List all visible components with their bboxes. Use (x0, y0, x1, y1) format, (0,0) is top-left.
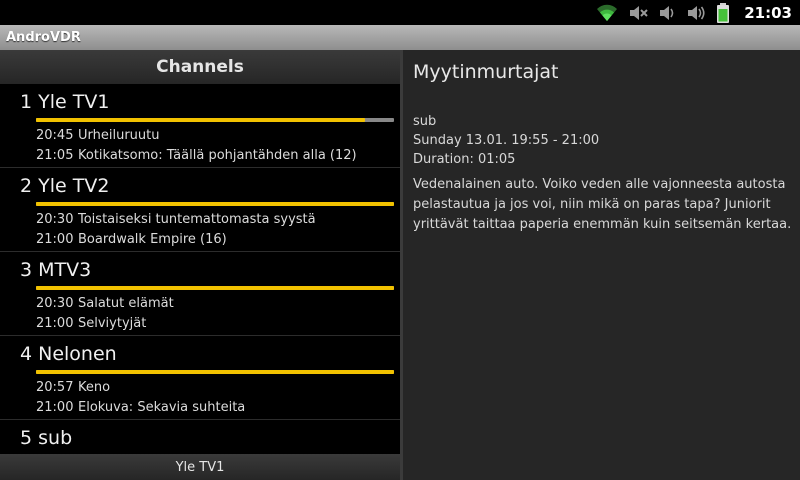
program-progress-bar (36, 118, 394, 122)
channel-name: 4 Nelonen (20, 343, 117, 365)
current-program: 20:45 Urheiluruutu (20, 126, 394, 146)
detail-description: Vedenalainen auto. Voiko veden alle vajo… (413, 177, 792, 232)
selected-channel-footer: Yle TV1 (0, 454, 400, 480)
detail-title: Myytinmurtajat (413, 61, 559, 83)
program-title: Selviytyjät (78, 316, 147, 331)
program-time: 20:45 (36, 128, 74, 143)
status-bar: 21:03 (0, 0, 800, 25)
next-program: 21:00 Selviytyjät (20, 314, 394, 334)
channel-name: 5 sub (20, 427, 73, 449)
current-program: 20:57 Keno (20, 378, 394, 398)
channel-row-nelonen[interactable]: 4 Nelonen 20:57 Keno 21:00 Elokuva: Sekavi… (0, 336, 400, 420)
program-detail-panel: Myytinmurtajat sub Sunday 13.01. 19:55 -… (403, 50, 800, 480)
program-title: Keno (78, 380, 111, 395)
program-time: 20:30 (36, 296, 74, 311)
current-program: 20:30 Toistaiseksi tuntemattomasta syystä (20, 210, 394, 230)
program-title: Urheiluruutu (78, 128, 160, 143)
status-clock: 21:03 (744, 3, 792, 22)
program-title: Elokuva: Sekavia suhteita (78, 400, 246, 415)
channel-name: 1 Yle TV1 (20, 91, 110, 113)
program-time: 21:00 (36, 232, 74, 247)
progress-fill (36, 370, 394, 374)
program-title: Boardwalk Empire (16) (78, 232, 227, 247)
channel-name: 3 MTV3 (20, 259, 92, 281)
next-program: 21:00 Boardwalk Empire (16) (20, 230, 394, 250)
wifi-icon (596, 4, 618, 22)
detail-channel: sub (413, 114, 437, 129)
title-bar: AndroVDR (0, 25, 800, 50)
channel-row-sub[interactable]: 5 sub (0, 420, 400, 454)
progress-fill (36, 202, 394, 206)
program-progress-bar (36, 286, 394, 290)
channel-row-yle-tv2[interactable]: 2 Yle TV2 20:30 Toistaiseksi tuntemattoma… (0, 168, 400, 252)
program-time: 21:05 (36, 148, 74, 163)
channel-list[interactable]: 1 Yle TV1 20:45 Urheiluruutu 21:05 Kotikat… (0, 84, 400, 454)
battery-icon (716, 2, 730, 23)
volume-muted-icon (628, 4, 648, 22)
next-program: 21:05 Kotikatsomo: Täällä pohjantähden al… (20, 146, 394, 166)
volume-icon (658, 4, 676, 22)
vibrate-icon (686, 4, 706, 22)
progress-fill (36, 118, 366, 122)
current-program: 20:30 Salatut elämät (20, 294, 394, 314)
program-title: Toistaiseksi tuntemattomasta syystä (78, 212, 316, 227)
program-time: 21:00 (36, 316, 74, 331)
channel-row-yle-tv1[interactable]: 1 Yle TV1 20:45 Urheiluruutu 21:05 Kotikat… (0, 84, 400, 168)
progress-fill (36, 286, 394, 290)
channel-row-mtv3[interactable]: 3 MTV3 20:30 Salatut elämät 21:00 Selviyty… (0, 252, 400, 336)
program-time: 20:57 (36, 380, 74, 395)
channel-name: 2 Yle TV2 (20, 175, 110, 197)
app-title: AndroVDR (6, 30, 81, 45)
program-progress-bar (36, 202, 394, 206)
program-progress-bar (36, 370, 394, 374)
program-time: 21:00 (36, 400, 74, 415)
channels-header: Channels (0, 50, 400, 84)
program-time: 20:30 (36, 212, 74, 227)
program-title: Salatut elämät (78, 296, 174, 311)
channels-panel: Channels 1 Yle TV1 20:45 Urheiluruutu 21:… (0, 50, 400, 480)
detail-time: Sunday 13.01. 19:55 - 21:00 (413, 133, 600, 148)
program-title: Kotikatsomo: Täällä pohjantähden alla (1… (78, 148, 357, 163)
detail-duration: Duration: 01:05 (413, 152, 516, 167)
next-program: 21:00 Elokuva: Sekavia suhteita (20, 398, 394, 418)
